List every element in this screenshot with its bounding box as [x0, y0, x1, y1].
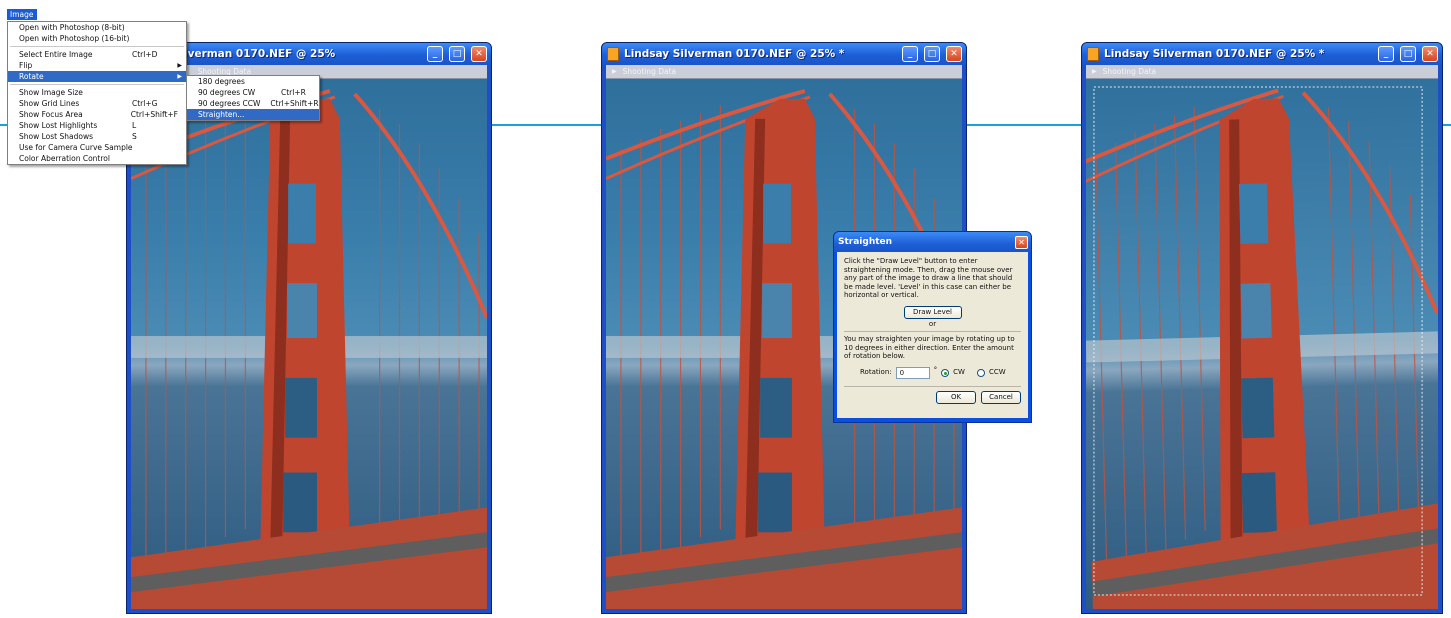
image-menu: Open with Photoshop (8-bit) Open with Ph… — [7, 21, 187, 165]
maximize-button[interactable]: □ — [449, 46, 465, 62]
minimize-button[interactable]: _ — [427, 46, 443, 62]
menu-item-flip[interactable]: Flip ▶ — [8, 60, 186, 71]
menu-item-show-grid-lines[interactable]: Show Grid Lines Ctrl+G — [8, 98, 186, 109]
submenu-item-90-cw[interactable]: 90 degrees CW Ctrl+R — [187, 87, 319, 98]
app-icon — [1087, 47, 1099, 61]
menu-item-open-8bit[interactable]: Open with Photoshop (8-bit) — [8, 22, 186, 33]
menu-separator — [10, 84, 184, 85]
background-rule — [490, 124, 605, 126]
close-button[interactable]: ✕ — [946, 46, 962, 62]
menu-item-camera-curve-sample[interactable]: Use for Camera Curve Sample — [8, 142, 186, 153]
background-rule — [965, 124, 1085, 126]
degree-symbol: ° — [933, 366, 938, 375]
app-icon — [607, 47, 619, 61]
minimize-button[interactable]: _ — [902, 46, 918, 62]
cw-radio[interactable] — [941, 368, 950, 377]
ok-button[interactable]: OK — [936, 390, 976, 404]
menu-item-rotate[interactable]: Rotate ▶ — [8, 71, 186, 82]
expand-triangle-icon[interactable]: ▶ — [612, 68, 617, 75]
menu-item-show-lost-shadows[interactable]: Show Lost Shadows S — [8, 131, 186, 142]
menu-image-title[interactable]: Image — [7, 9, 37, 20]
menu-item-show-lost-highlights[interactable]: Show Lost Highlights L — [8, 120, 186, 131]
close-button[interactable]: ✕ — [471, 46, 487, 62]
shooting-data-label: Shooting Data — [1102, 67, 1157, 76]
dialog-or-label: or — [928, 319, 937, 328]
rotation-input[interactable]: 0 — [895, 366, 930, 379]
dialog-separator — [844, 385, 1021, 387]
menu-item-show-image-size[interactable]: Show Image Size — [8, 87, 186, 98]
menu-item-color-aberration[interactable]: Color Aberration Control — [8, 153, 186, 164]
bridge-illustration — [1086, 79, 1438, 609]
straighten-dialog: Straighten ✕ Click the "Draw Level" butt… — [833, 231, 1032, 423]
submenu-arrow-icon: ▶ — [177, 73, 182, 80]
window-title: Lindsay Silverman 0170.NEF @ 25% * — [624, 48, 845, 60]
maximize-button[interactable]: □ — [924, 46, 940, 62]
cw-label: CW — [953, 368, 965, 377]
shooting-data-bar[interactable]: ▶ Shooting Data — [1086, 65, 1438, 79]
rotate-submenu: 180 degrees 90 degrees CW Ctrl+R 90 degre… — [186, 75, 320, 121]
dialog-close-button[interactable]: ✕ — [1015, 235, 1028, 249]
ccw-label: CCW — [988, 368, 1006, 377]
shooting-data-bar[interactable]: ▶ Shooting Data — [606, 65, 962, 79]
submenu-arrow-icon: ▶ — [177, 62, 182, 69]
submenu-item-180[interactable]: 180 degrees — [187, 76, 319, 87]
expand-triangle-icon[interactable]: ▶ — [1092, 68, 1097, 75]
close-button[interactable]: ✕ — [1422, 46, 1438, 62]
submenu-item-straighten[interactable]: Straighten... — [187, 109, 319, 120]
menu-item-select-entire-image[interactable]: Select Entire Image Ctrl+D — [8, 49, 186, 60]
draw-level-button[interactable]: Draw Level — [903, 305, 962, 319]
rotation-label: Rotation: — [860, 368, 892, 377]
ccw-radio[interactable] — [976, 368, 985, 377]
dialog-body: Click the "Draw Level" button to enter s… — [837, 252, 1028, 418]
dialog-separator — [844, 331, 1021, 332]
maximize-button[interactable]: □ — [1400, 46, 1416, 62]
cancel-button[interactable]: Cancel — [981, 390, 1021, 404]
window-title: Lindsay Silverman 0170.NEF @ 25% * — [1104, 48, 1325, 60]
submenu-item-90-ccw[interactable]: 90 degrees CCW Ctrl+Shift+R — [187, 98, 319, 109]
menu-item-open-16bit[interactable]: Open with Photoshop (16-bit) — [8, 33, 186, 44]
minimize-button[interactable]: _ — [1378, 46, 1394, 62]
menu-separator — [10, 46, 184, 47]
shooting-data-label: Shooting Data — [622, 67, 677, 76]
window-titlebar[interactable]: Lindsay Silverman 0170.NEF @ 25% * _ □ ✕ — [1082, 43, 1442, 65]
dialog-titlebar[interactable]: Straighten ✕ — [834, 232, 1031, 252]
bridge-photo[interactable] — [1086, 79, 1438, 609]
window-titlebar[interactable]: Lindsay Silverman 0170.NEF @ 25% * _ □ ✕ — [602, 43, 966, 65]
dialog-instructions: Click the "Draw Level" button to enter s… — [844, 257, 1013, 299]
dialog-title: Straighten — [838, 237, 893, 247]
dialog-rotation-help: You may straighten your image by rotatin… — [844, 335, 1015, 360]
image-window-3[interactable]: Lindsay Silverman 0170.NEF @ 25% * _ □ ✕… — [1081, 42, 1443, 614]
menu-item-show-focus-area[interactable]: Show Focus Area Ctrl+Shift+F — [8, 109, 186, 120]
